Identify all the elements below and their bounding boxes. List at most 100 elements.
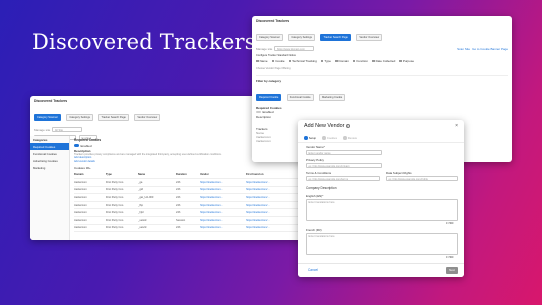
close-icon[interactable]: ×	[455, 123, 458, 129]
col-vendor: Vendor	[200, 173, 209, 177]
column-checkbox[interactable]: Technical Tracking	[288, 59, 317, 63]
table-cell: First Party Coo	[106, 203, 124, 207]
table-cell[interactable]: https://trackercom/...	[246, 219, 296, 222]
table-cell: 24h	[176, 203, 181, 207]
sidebar-item-marketing[interactable]: Marketing	[30, 165, 69, 172]
table-row[interactable]: trackercom First Party Coo _fbp 24h https://…	[74, 202, 304, 210]
english-description-textarea[interactable]: Enter translations here	[306, 199, 458, 221]
table-row[interactable]: trackercom First Party Coo _uetvid 24h https…	[74, 225, 304, 233]
checkbox-label: Purpose	[402, 59, 415, 63]
column-checkbox[interactable]: Cookie	[271, 59, 285, 63]
table-cell[interactable]: https://trackercom...	[200, 219, 244, 222]
table-row[interactable]: trackercom First Party Coo _hjid 24h https:/…	[74, 209, 304, 218]
config-label: Configure Tracker Standard Notice	[256, 54, 296, 57]
enabled-toggle[interactable]	[74, 144, 79, 147]
table-cell[interactable]: https://trackercom...	[200, 226, 244, 229]
tab-vendor-overview[interactable]: Vendor Overview	[356, 34, 383, 41]
col-type: Type	[106, 173, 112, 177]
cookie-banner-link[interactable]: Go to Cookie Banner Page	[472, 47, 508, 51]
toggle-label: Enabled	[262, 110, 274, 114]
scan-site-link[interactable]: Scan Site	[457, 47, 470, 51]
checkbox-label: Date Collected	[375, 59, 396, 63]
table-cell[interactable]: https://trackercom...	[200, 188, 244, 191]
tab-category-scanner[interactable]: Category Scanner	[34, 114, 61, 121]
table-cell[interactable]: https://trackercom...	[200, 196, 244, 199]
column-checkbox[interactable]: Name	[256, 59, 268, 63]
vendor-name-label: Vendor Name*	[306, 145, 325, 149]
table-cell[interactable]: https://trackercom...	[200, 204, 244, 207]
tab-category-settings[interactable]: Category Settings	[66, 114, 93, 121]
tab-vendor-overview[interactable]: Vendor Overview	[134, 114, 161, 121]
privacy-policy-input[interactable]: ex. http://www.example.com/privacy	[306, 163, 382, 168]
cookies-count-label: Cookies	[74, 165, 85, 170]
tab-bar: Category Scanner Category Settings Track…	[256, 25, 508, 43]
checkbox-icon[interactable]	[352, 59, 356, 63]
checkbox-icon[interactable]	[320, 59, 324, 63]
filter-required[interactable]: Required Cookie	[256, 94, 282, 101]
checkbox-label: Cookie	[275, 59, 285, 63]
sidebar-item-advertising[interactable]: Advertising Cookies	[30, 158, 69, 165]
manage-site-label: Manage site	[256, 46, 273, 51]
column-checkbox[interactable]: Domain	[334, 59, 349, 63]
checkbox-icon[interactable]	[256, 59, 259, 63]
column-checkbox[interactable]: Date Collected	[371, 59, 396, 63]
table-cell: _gid	[138, 188, 143, 192]
column-checkbox[interactable]: Purpose	[399, 59, 414, 63]
table-cell[interactable]: https://trackercom/...	[246, 196, 296, 199]
table-cell: trackercom	[74, 180, 87, 184]
privacy-policy-label: Privacy Policy	[306, 158, 324, 162]
french-description-textarea[interactable]: Enter translations here	[306, 233, 458, 255]
filter-functional[interactable]: Functional Cookie	[286, 94, 314, 101]
dsr-label: Data Subject Rights	[386, 171, 412, 175]
table-row[interactable]: trackercom First Party Coo _ga 24h https://t…	[74, 179, 304, 187]
checkbox-icon[interactable]	[399, 59, 402, 63]
manage-site-select[interactable]: All Site	[52, 127, 83, 132]
table-cell: _gat_UA-000	[138, 196, 154, 200]
english-char-counter: 0 / 500	[446, 222, 454, 225]
table-cell: _uetvid	[138, 226, 147, 230]
vendor-name-input[interactable]: Enter vendor name	[306, 150, 382, 155]
dsr-input[interactable]: ex. http://www.example.com/rights	[386, 176, 458, 181]
category-sidebar: Categories Required Cookies Functional C…	[30, 136, 70, 240]
table-cell: First Party Coo	[106, 218, 124, 222]
table-row[interactable]: trackercom First Party Coo _uetsid Session h…	[74, 217, 304, 225]
filter-marketing[interactable]: Marketing Cookie	[319, 94, 346, 101]
manage-site-select[interactable]: https://www.domain.com	[274, 46, 315, 51]
column-checkbox[interactable]: Type	[320, 59, 331, 63]
hero-title: Discovered Trackers	[32, 30, 256, 54]
table-cell: First Party Coo	[106, 226, 124, 230]
checkbox-icon[interactable]	[288, 59, 292, 63]
terms-input[interactable]: ex. http://www.example.com/terms	[306, 176, 380, 181]
table-cell[interactable]: https://trackercom/...	[246, 226, 296, 229]
table-cell[interactable]: https://trackercom...	[200, 211, 244, 214]
sidebar-item-functional[interactable]: Functional Cookies	[30, 150, 69, 157]
step-setup: Setup	[304, 136, 316, 140]
tab-category-settings[interactable]: Category Settings	[288, 34, 315, 41]
modal-title: Add New Vendor i	[304, 123, 350, 129]
checkbox-label: Type	[324, 59, 331, 63]
table-row[interactable]: trackercom First Party Coo _gat_UA-000 24h h…	[74, 194, 304, 202]
table-cell: trackercom	[74, 203, 87, 207]
checkbox-icon[interactable]	[334, 59, 338, 63]
tab-tracker-search[interactable]: Tracker Search Page	[320, 34, 351, 41]
table-cell: First Party Coo	[106, 180, 124, 184]
sidebar-item-required[interactable]: Required Cookies	[30, 143, 69, 151]
table-cell: 24h	[176, 226, 181, 230]
tab-category-scanner[interactable]: Category Scanner	[256, 34, 283, 41]
table-cell[interactable]: https://trackercom/...	[246, 204, 296, 207]
table-cell[interactable]: https://trackercom/...	[246, 188, 296, 191]
checkbox-label: Function	[356, 59, 368, 63]
tab-tracker-search[interactable]: Tracker Search Page	[98, 114, 129, 121]
checkbox-icon[interactable]	[371, 59, 375, 63]
required-toggle[interactable]	[256, 110, 261, 114]
table-cell[interactable]: https://trackercom/...	[246, 181, 296, 184]
table-row[interactable]: trackercom First Party Coo _gid 24h https://…	[74, 187, 304, 195]
description-text: Trackers provides privacy compliance and…	[74, 153, 222, 156]
table-cell[interactable]: https://trackercom...	[200, 181, 244, 184]
checkbox-icon[interactable]	[271, 59, 275, 63]
next-button[interactable]: Next	[446, 267, 458, 274]
cancel-button[interactable]: Cancel	[308, 268, 318, 272]
french-label: French (FR)	[306, 228, 322, 232]
column-checkbox[interactable]: Function	[352, 59, 368, 63]
table-cell[interactable]: https://trackercom/...	[246, 211, 296, 214]
